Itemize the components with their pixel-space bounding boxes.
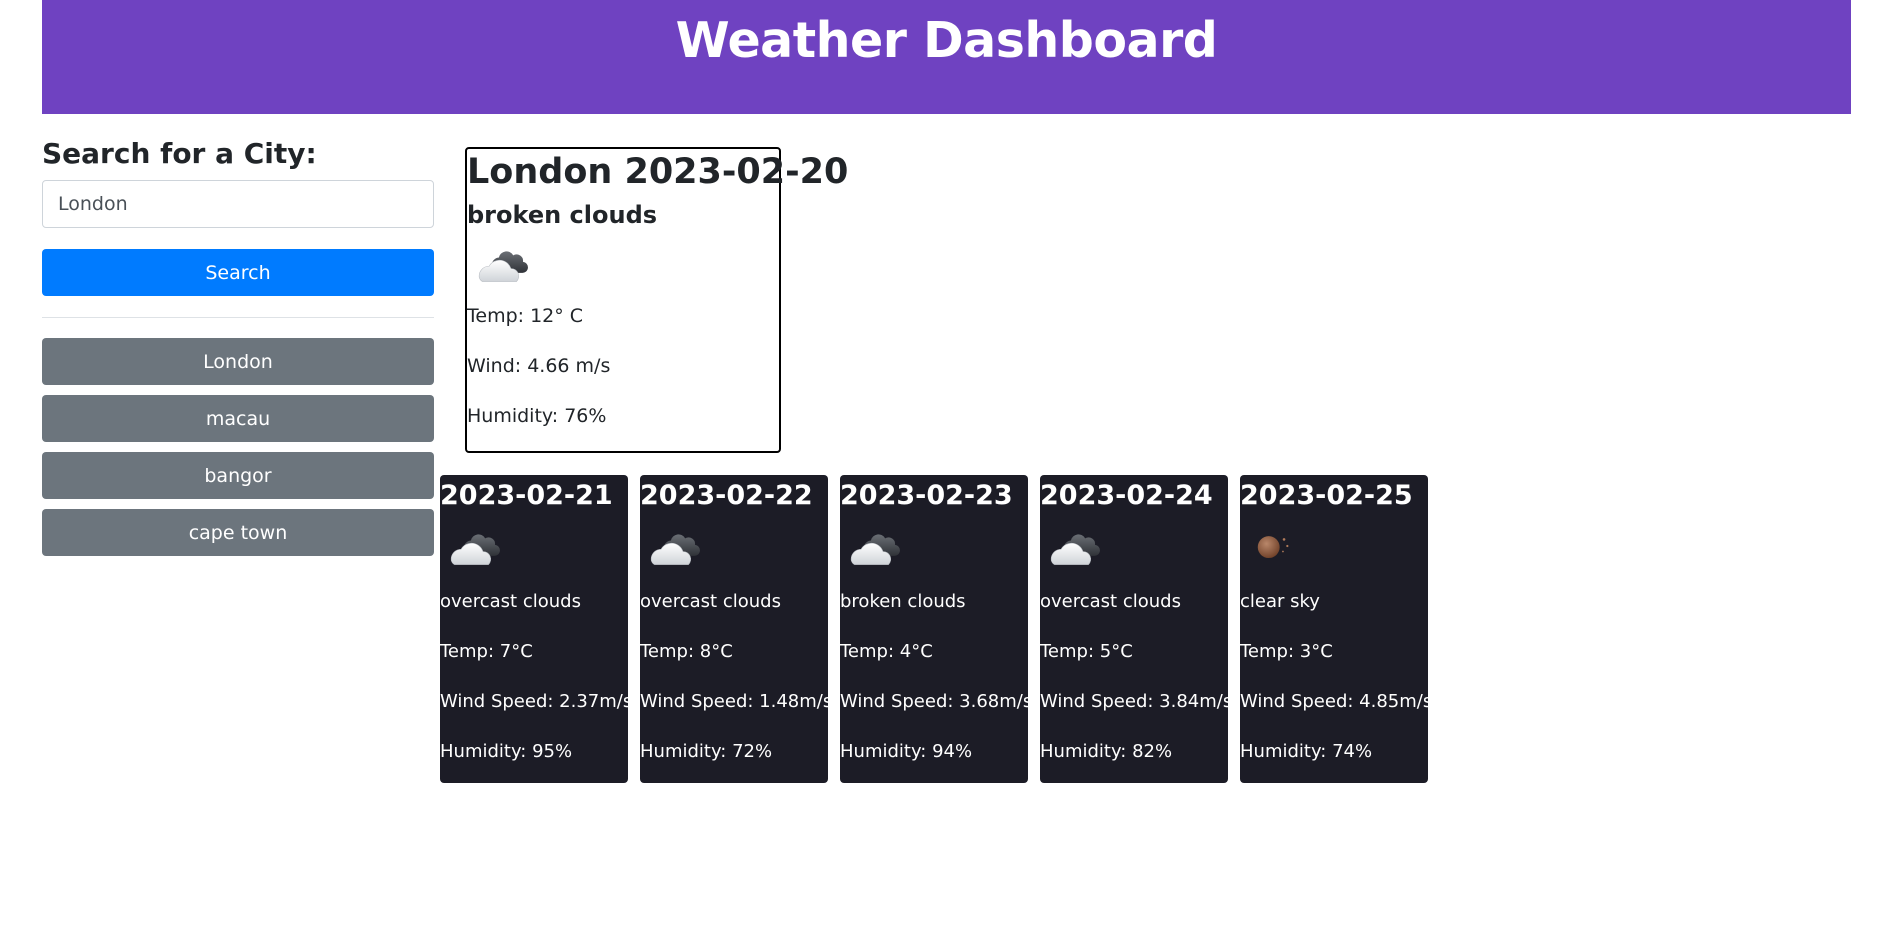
forecast-temp: Temp: 4°C [840,641,933,662]
header-banner: Weather Dashboard [42,0,1851,114]
current-city-date: London 2023-02-20 [467,152,849,192]
search-button[interactable]: Search [42,249,434,296]
current-description: broken clouds [467,201,658,229]
forecast-card: 2023-02-21 overcast clouds Temp: 7°C Win… [440,475,628,783]
forecast-card: 2023-02-22 overcast clouds Temp: 8°C Win… [640,475,828,783]
forecast-date: 2023-02-22 [640,480,813,511]
forecast-wind: Wind Speed: 4.85m/s [1240,691,1428,712]
sidebar: Search for a City: Search London macau b… [42,136,434,566]
current-humidity: Humidity: 76% [467,405,607,427]
history-button-macau[interactable]: macau [42,395,434,442]
broken-clouds-icon [844,515,1028,577]
forecast-wind: Wind Speed: 2.37m/s [440,691,628,712]
broken-clouds-icon [472,235,779,291]
forecast-date: 2023-02-21 [440,480,613,511]
current-weather-card: London 2023-02-20 broken clouds Temp: 12… [465,147,849,453]
overcast-clouds-icon [444,515,628,577]
history-button-bangor[interactable]: bangor [42,452,434,499]
forecast-card: 2023-02-25 clear sky Temp: 3°C Wind Spee… [1240,475,1428,783]
divider [42,317,434,318]
page-title: Weather Dashboard [675,11,1218,69]
five-day-forecast: 2023-02-21 overcast clouds Temp: 7°C Win… [440,475,1428,783]
forecast-description: broken clouds [840,591,966,612]
clear-sky-night-icon [1244,515,1428,577]
forecast-temp: Temp: 3°C [1240,641,1333,662]
forecast-date: 2023-02-25 [1240,480,1413,511]
forecast-temp: Temp: 8°C [640,641,733,662]
forecast-humidity: Humidity: 94% [840,741,973,762]
forecast-card: 2023-02-23 broken clouds Temp: 4°C Wind … [840,475,1028,783]
overcast-clouds-icon [644,515,828,577]
forecast-humidity: Humidity: 72% [640,741,773,762]
forecast-wind: Wind Speed: 3.68m/s [840,691,1028,712]
forecast-wind: Wind Speed: 1.48m/s [640,691,828,712]
forecast-description: overcast clouds [1040,591,1181,612]
search-heading: Search for a City: [42,137,317,170]
forecast-date: 2023-02-24 [1040,480,1213,511]
forecast-temp: Temp: 5°C [1040,641,1133,662]
forecast-wind: Wind Speed: 3.84m/s [1040,691,1228,712]
search-history: London macau bangor cape town [42,338,434,556]
forecast-humidity: Humidity: 74% [1240,741,1373,762]
overcast-clouds-icon [1044,515,1228,577]
forecast-description: clear sky [1240,591,1320,612]
forecast-humidity: Humidity: 95% [440,741,573,762]
forecast-date: 2023-02-23 [840,480,1013,511]
current-temp: Temp: 12° C [467,305,584,327]
city-search-input[interactable] [42,180,434,228]
forecast-description: overcast clouds [440,591,581,612]
forecast-card: 2023-02-24 overcast clouds Temp: 5°C Win… [1040,475,1228,783]
forecast-humidity: Humidity: 82% [1040,741,1173,762]
history-button-london[interactable]: London [42,338,434,385]
forecast-temp: Temp: 7°C [440,641,533,662]
current-wind: Wind: 4.66 m/s [467,355,611,377]
history-button-cape-town[interactable]: cape town [42,509,434,556]
forecast-description: overcast clouds [640,591,781,612]
